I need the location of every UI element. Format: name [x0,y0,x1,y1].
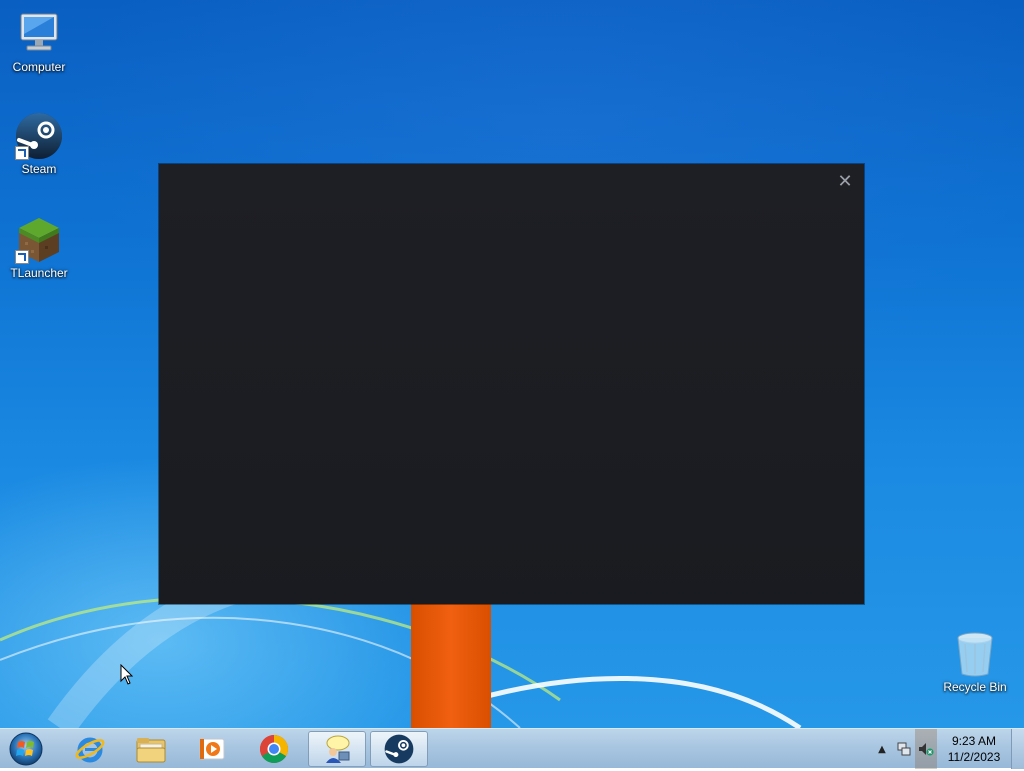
internet-explorer-icon [75,737,105,763]
system-tray: ▲ 9:23 AM 11/2/2023 [871,729,1024,769]
dark-app-window[interactable]: ✕ [159,164,864,604]
taskbar-file-explorer-button[interactable] [122,731,180,767]
close-icon[interactable]: ✕ [834,170,856,192]
taskbar-steam-button[interactable] [370,731,428,767]
desktop-icon-label: Steam [21,162,57,176]
desktop-icon-tlauncher[interactable]: TLauncher [1,216,77,280]
shortcut-arrow-icon [15,146,29,160]
network-icon[interactable] [893,729,915,769]
start-button[interactable] [6,731,46,767]
user-chat-icon [326,735,350,763]
windows-orb-icon [9,732,43,766]
clock-date: 11/2/2023 [947,750,1001,764]
volume-muted-icon[interactable] [915,729,937,769]
taskbar: ▲ 9:23 AM 11/2/2023 [0,728,1024,769]
taskbar-internet-explorer-button[interactable] [61,731,119,767]
desktop-icon-computer[interactable]: Computer [1,10,77,74]
desktop-icon-recycle-bin[interactable]: Recycle Bin [937,630,1013,694]
clock-time: 9:23 AM [951,734,997,748]
shortcut-arrow-icon [15,250,29,264]
recycle-bin-icon [951,630,999,678]
mouse-cursor-icon [120,664,134,685]
steam-icon [384,734,414,764]
taskbar-clock[interactable]: 9:23 AM 11/2/2023 [937,733,1011,765]
desktop-icon-label: TLauncher [10,266,68,280]
taskbar-chrome-button[interactable] [245,731,303,767]
show-desktop-button[interactable] [1011,729,1024,769]
desktop-icon-label: Computer [12,60,66,74]
media-player-icon [199,738,225,760]
steam-icon [15,112,63,160]
taskbar-media-player-button[interactable] [183,731,241,767]
orange-window-fragment [411,603,491,728]
desktop: Computer Steam TLauncher Recycle Bin ✕ [0,0,1024,728]
folder-icon [136,738,166,763]
minecraft-grass-block-icon [15,216,63,264]
chrome-icon [260,735,288,763]
desktop-icon-label: Recycle Bin [943,680,1007,694]
show-hidden-icons-button[interactable]: ▲ [871,729,893,769]
desktop-icon-steam[interactable]: Steam [1,112,77,176]
computer-icon [15,10,63,58]
taskbar-app-window-button[interactable] [308,731,366,767]
